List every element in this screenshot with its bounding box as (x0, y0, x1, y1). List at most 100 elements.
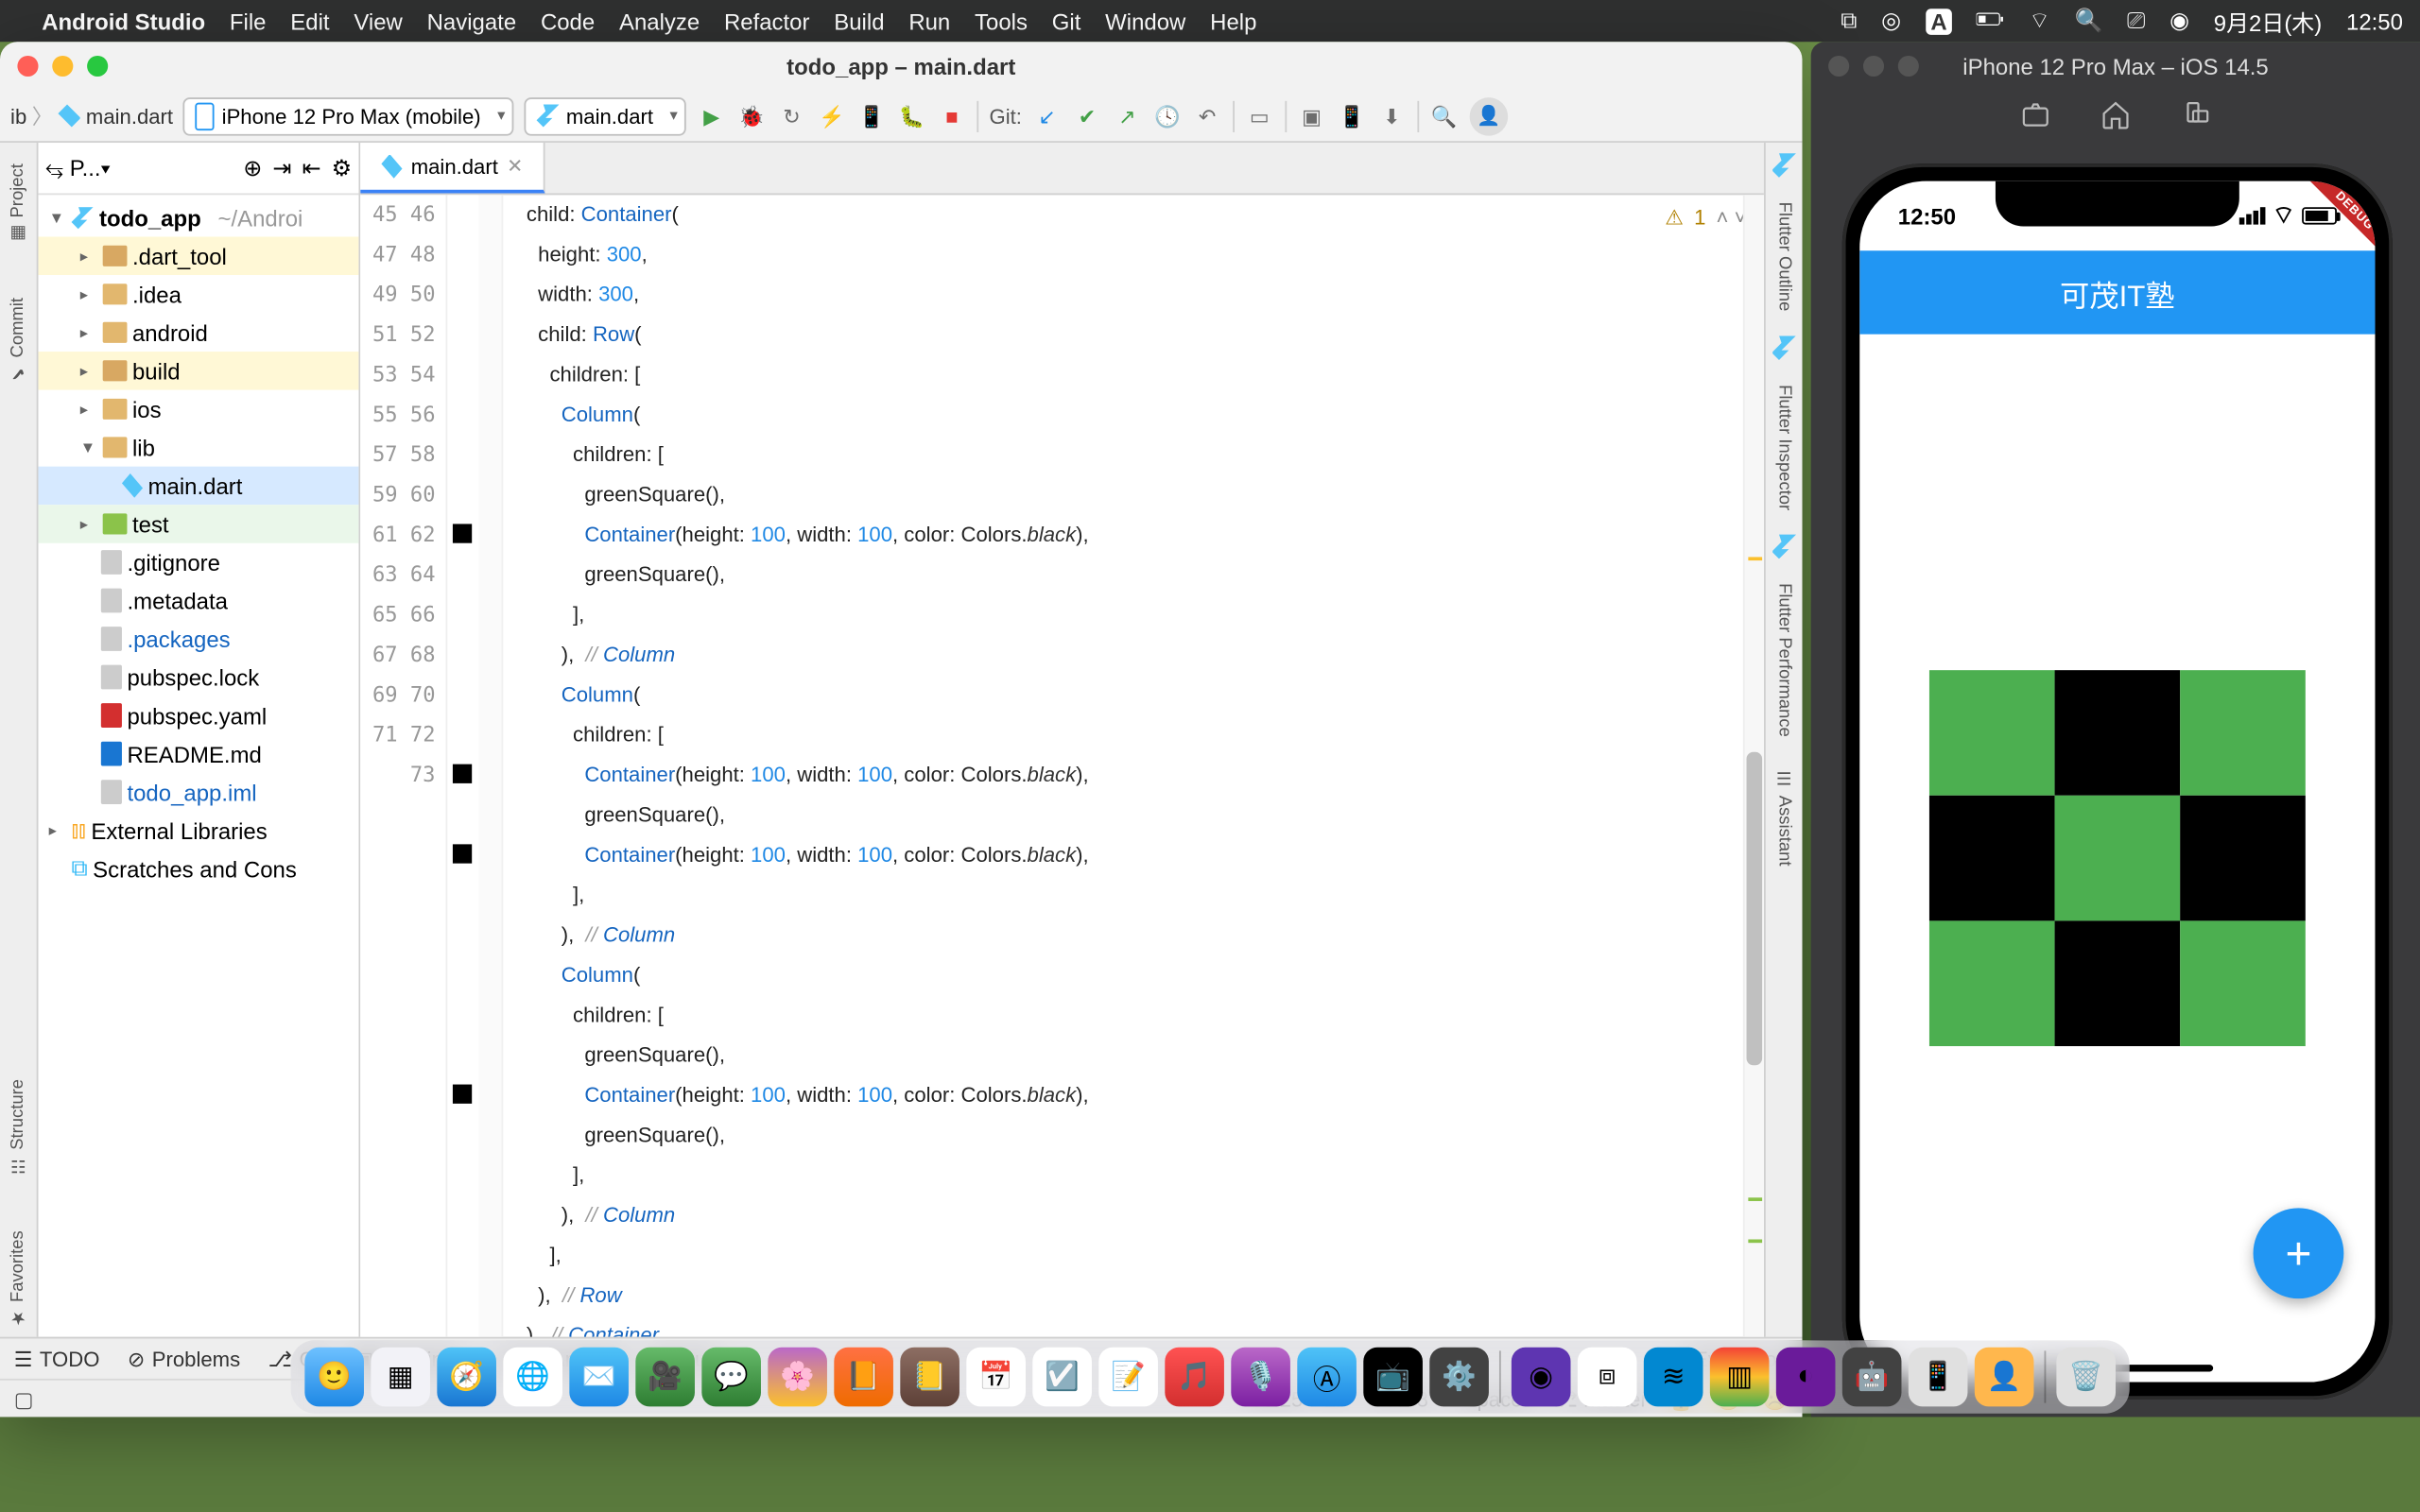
settings-button[interactable]: ⚙ (332, 154, 352, 181)
menubar-time[interactable]: 12:50 (2346, 8, 2403, 34)
home-button[interactable] (2100, 98, 2131, 138)
search-everywhere-button[interactable]: 🔍 (1429, 101, 1459, 130)
tree-lib[interactable]: ▼lib (39, 428, 359, 467)
dropbox-icon[interactable]: ⧉ (1841, 7, 1857, 34)
dock-calendar[interactable]: 📅 (966, 1348, 1026, 1407)
stop-button[interactable]: ■ (937, 101, 966, 130)
menu-run[interactable]: Run (908, 8, 950, 34)
sim-minimize-button[interactable] (1863, 56, 1884, 77)
menubar-app-name[interactable]: Android Studio (42, 8, 205, 34)
screenshot-button[interactable] (2020, 98, 2051, 138)
tree-scratches[interactable]: ⧉Scratches and Cons (39, 850, 359, 888)
git-pull-button[interactable]: ↙ (1032, 101, 1062, 130)
code-editor[interactable]: child: Container( height: 300, width: 30… (503, 195, 1743, 1336)
tree-dart-tool[interactable]: ▸.dart_tool (39, 237, 359, 276)
profiler-button[interactable]: 🐛 (897, 101, 926, 130)
menu-refactor[interactable]: Refactor (724, 8, 810, 34)
device-screen[interactable]: DEBUG 12:50 ⌔ 可茂IT塾 + (1859, 181, 2375, 1383)
sdk-button[interactable]: ⬇ (1377, 101, 1407, 130)
tree-iml[interactable]: todo_app.iml (39, 773, 359, 812)
dock-app2[interactable]: ▥ (1710, 1348, 1770, 1407)
dock-facetime[interactable]: 🎥 (635, 1348, 695, 1407)
dock-finder[interactable]: 🙂 (304, 1348, 364, 1407)
siri-icon[interactable]: ◉ (2169, 7, 2189, 34)
git-rollback-button[interactable]: ↶ (1192, 101, 1221, 130)
editor-tab-main[interactable]: main.dart✕ (360, 143, 545, 193)
menu-navigate[interactable]: Navigate (427, 8, 517, 34)
wifi-icon[interactable]: ⌔ (2029, 7, 2050, 34)
dock-app4[interactable]: 👤 (1975, 1348, 2034, 1407)
menu-analyze[interactable]: Analyze (619, 8, 700, 34)
menu-help[interactable]: Help (1210, 8, 1256, 34)
rotate-button[interactable] (2180, 98, 2211, 138)
dock-photos[interactable]: 🌸 (768, 1348, 827, 1407)
zoom-window-button[interactable] (87, 56, 108, 77)
device-selector[interactable]: iPhone 12 Pro Max (mobile) (183, 96, 513, 135)
tree-pubspec-yaml[interactable]: pubspec.yaml (39, 696, 359, 735)
menu-file[interactable]: File (230, 8, 267, 34)
git-history-button[interactable]: 🕓 (1152, 101, 1182, 130)
structure-tool-button[interactable]: ☷ Structure (9, 1070, 27, 1186)
commit-tool-button[interactable]: ✔ Commit (9, 287, 27, 392)
battery-icon[interactable] (1977, 5, 2004, 38)
account-avatar[interactable]: 👤 (1469, 96, 1508, 135)
dock-launchpad[interactable]: ▦ (371, 1348, 430, 1407)
sim-zoom-button[interactable] (1898, 56, 1919, 77)
fold-column[interactable] (479, 195, 504, 1336)
tree-readme[interactable]: README.md (39, 734, 359, 773)
dock-slack[interactable]: ⧈ (1578, 1348, 1637, 1407)
navbar-breadcrumb[interactable]: ib 〉main.dart (10, 101, 173, 130)
flutter-inspector-button[interactable]: Flutter Inspector (1774, 374, 1793, 521)
dock-reminders[interactable]: ☑️ (1032, 1348, 1092, 1407)
dock-notes[interactable]: 📝 (1098, 1348, 1158, 1407)
dock-messages[interactable]: 💬 (701, 1348, 761, 1407)
debug-button[interactable]: 🐞 (736, 101, 766, 130)
dock-mail[interactable]: ✉️ (569, 1348, 629, 1407)
run-button[interactable]: ▶ (697, 101, 726, 130)
dock-music[interactable]: 🎵 (1165, 1348, 1224, 1407)
dock-settings[interactable]: ⚙️ (1429, 1348, 1489, 1407)
menu-code[interactable]: Code (541, 8, 595, 34)
inspections-widget[interactable]: ⚠ 1 ˄ ˅ (1665, 205, 1746, 230)
tree-ios[interactable]: ▸ios (39, 390, 359, 429)
assistant-button[interactable]: ☰ Assistant (1774, 762, 1793, 878)
tree-idea[interactable]: ▸.idea (39, 275, 359, 314)
dock-contacts[interactable]: 📒 (900, 1348, 959, 1407)
dock-vscode[interactable]: ≋ (1644, 1348, 1703, 1407)
hot-reload-button[interactable]: ⚡ (817, 101, 846, 130)
project-tool-button[interactable]: ▦ Project (9, 153, 27, 252)
sim-close-button[interactable] (1828, 56, 1849, 77)
tree-metadata[interactable]: .metadata (39, 581, 359, 620)
tree-external-libraries[interactable]: ▸⫾⫾External Libraries (39, 811, 359, 850)
avd-manager-button[interactable]: ▭ (1245, 101, 1274, 130)
dock-chrome[interactable]: 🌐 (503, 1348, 562, 1407)
close-window-button[interactable] (17, 56, 38, 77)
menu-edit[interactable]: Edit (290, 8, 329, 34)
flutter-performance-button[interactable]: Flutter Performance (1774, 573, 1793, 747)
tree-root[interactable]: ▼todo_app ~/Androi (39, 198, 359, 237)
menubar-date[interactable]: 9月2日(木) (2214, 5, 2322, 38)
error-stripe[interactable] (1743, 195, 1764, 1336)
menu-view[interactable]: View (354, 8, 402, 34)
menu-window[interactable]: Window (1105, 8, 1185, 34)
favorites-tool-button[interactable]: ★ Favorites (9, 1220, 27, 1337)
dock-safari[interactable]: 🧭 (437, 1348, 496, 1407)
dock-tv[interactable]: 📺 (1363, 1348, 1423, 1407)
tree-pubspec-lock[interactable]: pubspec.lock (39, 658, 359, 696)
tree-android[interactable]: ▸android (39, 314, 359, 352)
input-source-icon[interactable]: A (1926, 8, 1952, 34)
coverage-button[interactable]: ↻ (777, 101, 806, 130)
dock-podcasts[interactable]: 🎙️ (1231, 1348, 1290, 1407)
minimize-window-button[interactable] (52, 56, 73, 77)
resource-button[interactable]: 📱 (1337, 101, 1366, 130)
screenrec-icon[interactable]: ◎ (1881, 7, 1901, 34)
close-tab-icon[interactable]: ✕ (507, 155, 523, 178)
dock-app3[interactable]: ◐ (1776, 1348, 1836, 1407)
tree-test[interactable]: ▸test (39, 505, 359, 543)
dock-books[interactable]: 📙 (834, 1348, 893, 1407)
dock-app1[interactable]: ◉ (1512, 1348, 1571, 1407)
spotlight-icon[interactable]: 🔍 (2075, 7, 2103, 34)
dock-trash[interactable]: 🗑️ (2056, 1348, 2116, 1407)
layoutinsp-button[interactable]: ▣ (1297, 101, 1326, 130)
locate-button[interactable]: ⊕ (243, 154, 262, 181)
